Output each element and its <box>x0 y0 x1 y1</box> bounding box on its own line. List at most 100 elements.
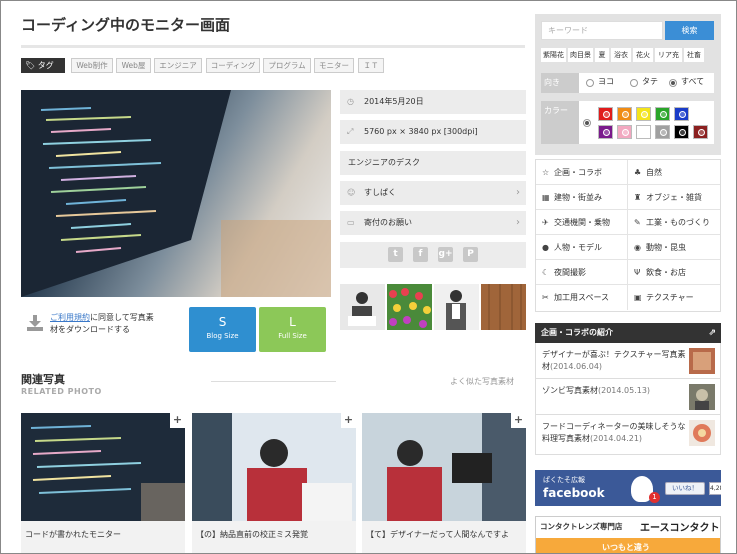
category-item[interactable]: ▣ テクスチャー <box>628 285 720 310</box>
photo-author[interactable]: エンジニアのデスク <box>340 151 526 175</box>
category-item[interactable]: ♣ 自然 <box>628 160 720 185</box>
object-icon: ♜ <box>634 193 642 202</box>
googleplus-icon[interactable]: g+ <box>438 247 453 262</box>
tag-coding[interactable]: コーディング <box>206 58 260 73</box>
color-swatch-gray[interactable] <box>655 125 670 139</box>
like-button[interactable]: いいね！ <box>665 482 705 495</box>
main-photo[interactable] <box>21 90 331 297</box>
color-swatch-purple[interactable] <box>598 125 613 139</box>
color-radio-any[interactable] <box>583 119 591 127</box>
building-icon: ▦ <box>542 193 550 202</box>
color-swatch-orange[interactable] <box>617 107 632 121</box>
keyword-chip[interactable]: 紫陽花 <box>541 48 566 62</box>
keyword-chip[interactable]: 夏 <box>595 48 609 62</box>
tag-icon: 🏷 <box>25 61 36 70</box>
color-swatch-red[interactable] <box>598 107 613 121</box>
category-item[interactable]: ◉ 動物・昆虫 <box>628 235 720 260</box>
category-item[interactable]: ✂ 加工用スペース <box>536 285 628 310</box>
orientation-radio-all[interactable] <box>669 79 677 87</box>
star-icon: ☆ <box>542 168 550 177</box>
related-card-image <box>362 413 526 521</box>
color-swatch-white[interactable] <box>636 125 651 139</box>
collab-item[interactable]: デザイナーが喜ぶ！テクスチャー写真素材(2014.06.04) <box>535 343 721 379</box>
color-swatch-green[interactable] <box>655 107 670 121</box>
related-card-image <box>192 413 356 521</box>
facebook-banner[interactable]: ぱくたそ広報 facebook 1 いいね！ 4,284 <box>535 470 721 506</box>
related-card-caption: コードが書かれたモニター <box>21 521 185 553</box>
twitter-icon[interactable]: t <box>388 247 403 262</box>
keyword-chip[interactable]: 花火 <box>633 48 653 62</box>
keyword-chip[interactable]: 肉目景 <box>568 48 593 62</box>
similar-photos-label: よく似た写真素材 <box>450 377 514 386</box>
plus-icon[interactable]: + <box>170 413 185 428</box>
download-notice: ご利用規約に同意して写真素材をダウンロードする <box>50 313 154 334</box>
related-card-image <box>21 413 185 521</box>
orientation-filter: 向き ヨコ タテ すべて <box>541 73 714 93</box>
collab-thumb <box>689 348 715 374</box>
category-item[interactable]: Ψ 飲食・お店 <box>628 260 720 285</box>
money-icon: ▭ <box>347 218 355 227</box>
keyword-chip[interactable]: リア充 <box>655 48 682 62</box>
ad-banner[interactable]: コンタクトレンズ専門店 エースコンタクト いつもと違う <box>535 516 721 553</box>
related-card[interactable]: + コードが書かれたモニター <box>21 413 185 553</box>
person-icon: ● <box>542 243 549 252</box>
facebook-icon[interactable]: f <box>413 247 428 262</box>
category-item[interactable]: ✎ 工業・ものづくり <box>628 210 720 235</box>
related-card[interactable]: + 【の】納品直前の校正ミス発覚 <box>192 413 356 553</box>
photo-date: ◷ 2014年5月20日 <box>340 90 526 114</box>
tag-engineer[interactable]: エンジニア <box>154 58 202 73</box>
related-subheading: RELATED PHOTO <box>21 387 102 396</box>
related-card[interactable]: + 【て】デザイナーだって人間なんですよ <box>362 413 526 553</box>
category-menu: ☆ 企画・コラボ ♣ 自然 ▦ 建物・街並み ♜ オブジェ・雑貨 ✈ 交通機関・乗物 ✎ 工… <box>535 159 721 312</box>
collab-heading: 企画・コラボの紹介 ⇗ <box>535 323 721 343</box>
related-divider <box>211 381 336 382</box>
collab-item[interactable]: フードコーディネーターの美味しそうな料理写真素材(2014.04.21) <box>535 415 721 455</box>
tag-program[interactable]: プログラム <box>263 58 311 73</box>
download-s-button[interactable]: S Blog Size <box>189 307 256 352</box>
plane-icon: ✈ <box>542 218 549 227</box>
tag-web-ya[interactable]: Web屋 <box>116 58 151 73</box>
external-link-icon[interactable]: ⇗ <box>708 323 716 343</box>
keyword-chip[interactable]: 浴衣 <box>611 48 631 62</box>
color-swatch-pink[interactable] <box>617 125 632 139</box>
color-swatch-brown[interactable] <box>693 125 708 139</box>
tag-web-seisaku[interactable]: Web制作 <box>71 58 113 73</box>
download-l-button[interactable]: L Full Size <box>259 307 326 352</box>
similar-thumb-1[interactable] <box>340 284 385 330</box>
category-item[interactable]: ☾ 夜間撮影 <box>536 260 628 285</box>
color-swatch-black[interactable] <box>674 125 689 139</box>
category-item[interactable]: ✈ 交通機関・乗物 <box>536 210 628 235</box>
title-divider <box>21 45 525 48</box>
plus-icon[interactable]: + <box>341 413 356 428</box>
terms-link[interactable]: ご利用規約 <box>50 313 90 322</box>
category-item[interactable]: ▦ 建物・街並み <box>536 185 628 210</box>
page-title: コーディング中のモニター画面 <box>21 16 230 34</box>
tag-monitor[interactable]: モニター <box>314 58 354 73</box>
notification-badge: 1 <box>649 492 660 503</box>
color-filter: カラー <box>541 101 714 144</box>
chevron-right-icon: › <box>516 217 520 228</box>
collab-item[interactable]: ゾンビ写真素材(2014.05.13) <box>535 379 721 415</box>
keyword-chip[interactable]: 社畜 <box>684 48 704 62</box>
pinterest-icon[interactable]: P <box>463 247 478 262</box>
plus-icon[interactable]: + <box>511 413 526 428</box>
donate-button[interactable]: ▭ 寄付のお願い › <box>340 211 526 235</box>
similar-thumb-2[interactable] <box>387 284 432 330</box>
category-item[interactable]: ● 人物・モデル <box>536 235 628 260</box>
search-input[interactable]: キーワード <box>541 21 663 40</box>
category-item[interactable]: ☆ 企画・コラボ <box>536 160 628 185</box>
similar-thumb-3[interactable] <box>434 284 479 330</box>
category-item[interactable]: ♜ オブジェ・雑貨 <box>628 185 720 210</box>
social-bar: t f g+ P <box>340 242 526 268</box>
sukipaku-button[interactable]: ☺ すしぱく › <box>340 181 526 205</box>
moon-icon: ☾ <box>542 268 550 277</box>
similar-thumb-4[interactable] <box>481 284 526 330</box>
orientation-radio-tate[interactable] <box>630 79 638 87</box>
search-button[interactable]: 検索 <box>665 21 714 40</box>
orientation-label: 向き <box>541 73 579 93</box>
orientation-radio-yoko[interactable] <box>586 79 594 87</box>
chevron-right-icon: › <box>516 187 520 198</box>
tag-it[interactable]: ＩＴ <box>358 58 384 73</box>
color-swatch-yellow[interactable] <box>636 107 651 121</box>
color-swatch-blue[interactable] <box>674 107 689 121</box>
